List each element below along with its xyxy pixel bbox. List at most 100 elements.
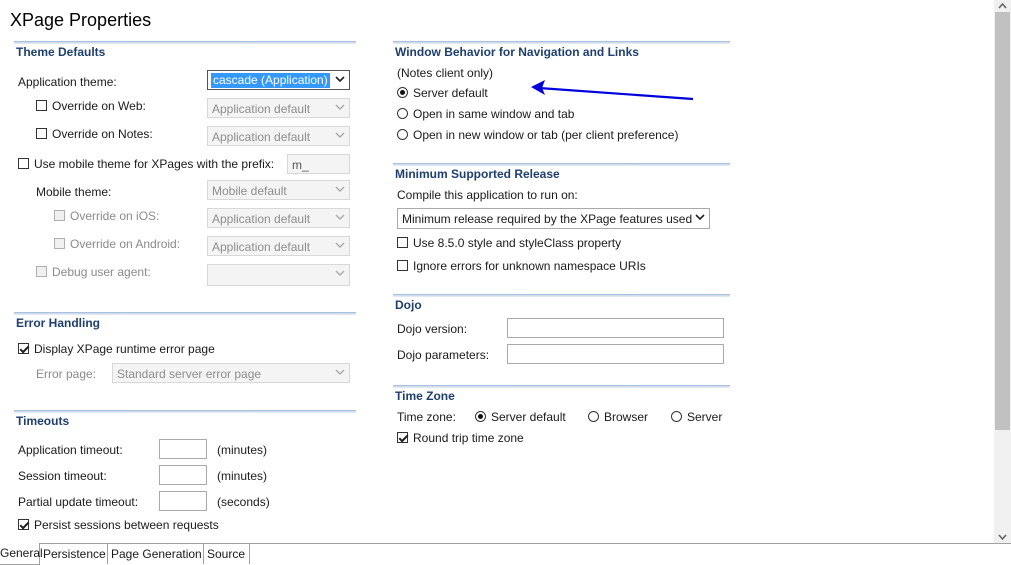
- mobile-prefix-value: m_: [292, 158, 309, 172]
- override-web-value: Application default: [212, 102, 311, 116]
- override-web-checkbox[interactable]: [36, 100, 47, 111]
- mobile-prefix-checkbox[interactable]: [18, 158, 29, 169]
- tab-source[interactable]: Source: [204, 544, 250, 564]
- annotation-arrow-icon: [531, 80, 694, 101]
- override-android-label: Override on Android:: [70, 237, 181, 251]
- scroll-down-icon[interactable]: [994, 531, 1011, 543]
- dojo-title: Dojo: [395, 298, 422, 312]
- app-theme-label: Application theme:: [18, 75, 117, 89]
- scroll-up-icon[interactable]: [994, 0, 1011, 12]
- window-same-radio[interactable]: [397, 108, 408, 119]
- app-timeout-input[interactable]: [159, 439, 207, 459]
- ignore-ns-label: Ignore errors for unknown namespace URIs: [413, 259, 646, 273]
- theme-defaults-header: Theme Defaults: [14, 41, 356, 59]
- compile-select[interactable]: Minimum release required by the XPage fe…: [397, 208, 710, 229]
- app-theme-select[interactable]: cascade (Application): [207, 70, 350, 90]
- chevron-down-icon[interactable]: [691, 209, 709, 227]
- window-new-radio[interactable]: [397, 129, 408, 140]
- tz-server-radio[interactable]: [671, 411, 682, 422]
- tz-server-default-label: Server default: [491, 410, 566, 424]
- window-server-default-label: Server default: [413, 86, 488, 100]
- persist-sessions-checkbox[interactable]: [18, 519, 29, 530]
- override-android-checkbox[interactable]: [54, 238, 65, 249]
- error-page-label: Error page:: [36, 367, 97, 381]
- error-page-select[interactable]: Standard server error page: [112, 363, 350, 383]
- tz-server-label: Server: [687, 410, 723, 424]
- override-ios-value: Application default: [212, 212, 311, 226]
- chevron-down-icon[interactable]: [331, 364, 349, 382]
- dojo-version-label: Dojo version:: [397, 322, 468, 336]
- override-notes-select[interactable]: Application default: [207, 126, 350, 146]
- chevron-down-icon[interactable]: [331, 237, 349, 255]
- style850-checkbox[interactable]: [397, 237, 408, 248]
- error-handling-header: Error Handling: [14, 312, 356, 330]
- override-web-select[interactable]: Application default: [207, 98, 350, 118]
- bottom-tab-bar: General Persistence Page Generation Sour…: [0, 543, 1011, 565]
- override-android-select[interactable]: Application default: [207, 236, 350, 256]
- override-android-value: Application default: [212, 240, 311, 254]
- chevron-down-icon[interactable]: [331, 265, 349, 283]
- override-notes-label: Override on Notes:: [52, 127, 153, 141]
- mobile-prefix-label: Use mobile theme for XPages with the pre…: [34, 157, 275, 171]
- tz-browser-radio[interactable]: [588, 411, 599, 422]
- chevron-down-icon[interactable]: [331, 71, 349, 89]
- session-timeout-label: Session timeout:: [18, 469, 107, 483]
- debug-agent-select[interactable]: [207, 264, 350, 286]
- partial-timeout-unit: (seconds): [217, 495, 270, 509]
- tab-persistence[interactable]: Persistence: [40, 544, 108, 564]
- theme-defaults-title: Theme Defaults: [16, 45, 106, 59]
- window-server-default-radio[interactable]: [397, 87, 408, 98]
- time-zone-label: Time zone:: [397, 410, 456, 424]
- display-error-checkbox[interactable]: [18, 343, 29, 354]
- min-release-header: Minimum Supported Release: [393, 163, 730, 181]
- tab-page-generation[interactable]: Page Generation: [108, 544, 204, 564]
- round-trip-checkbox[interactable]: [397, 432, 408, 443]
- error-page-value: Standard server error page: [117, 367, 262, 381]
- chevron-down-icon[interactable]: [331, 209, 349, 227]
- time-zone-header: Time Zone: [393, 385, 730, 403]
- window-same-label: Open in same window and tab: [413, 107, 575, 121]
- mobile-theme-label: Mobile theme:: [36, 185, 112, 199]
- dojo-version-input[interactable]: [507, 318, 724, 338]
- error-handling-title: Error Handling: [16, 316, 101, 330]
- session-timeout-unit: (minutes): [217, 469, 268, 483]
- debug-agent-label: Debug user agent:: [52, 265, 151, 279]
- scrollbar-thumb[interactable]: [995, 12, 1010, 430]
- override-ios-select[interactable]: Application default: [207, 208, 350, 228]
- session-timeout-input[interactable]: [159, 465, 207, 485]
- round-trip-label: Round trip time zone: [413, 431, 524, 445]
- window-behavior-header: Window Behavior for Navigation and Links: [393, 41, 730, 59]
- override-ios-checkbox[interactable]: [54, 210, 65, 221]
- tab-general[interactable]: General: [0, 543, 43, 565]
- override-notes-checkbox[interactable]: [36, 128, 47, 139]
- window-new-label: Open in new window or tab (per client pr…: [413, 128, 679, 142]
- page-title: XPage Properties: [10, 10, 152, 30]
- time-zone-title: Time Zone: [395, 389, 455, 403]
- compile-label: Compile this application to run on:: [397, 188, 578, 202]
- override-web-label: Override on Web:: [52, 99, 146, 113]
- compile-value: Minimum release required by the XPage fe…: [402, 212, 693, 226]
- dojo-header: Dojo: [393, 294, 730, 312]
- vertical-scrollbar[interactable]: [994, 0, 1011, 543]
- timeouts-header: Timeouts: [14, 410, 356, 428]
- min-release-title: Minimum Supported Release: [395, 167, 560, 181]
- style850-label: Use 8.5.0 style and styleClass property: [413, 236, 622, 250]
- tz-browser-label: Browser: [604, 410, 649, 424]
- chevron-down-icon[interactable]: [331, 99, 349, 117]
- mobile-theme-select[interactable]: Mobile default: [207, 180, 350, 200]
- timeouts-title: Timeouts: [16, 414, 70, 428]
- chevron-down-icon[interactable]: [331, 181, 349, 199]
- display-error-label: Display XPage runtime error page: [34, 342, 215, 356]
- partial-timeout-label: Partial update timeout:: [18, 495, 139, 509]
- mobile-theme-value: Mobile default: [212, 184, 287, 198]
- mobile-prefix-input[interactable]: m_: [287, 154, 350, 174]
- dojo-params-input[interactable]: [507, 344, 724, 364]
- partial-timeout-input[interactable]: [159, 491, 207, 511]
- debug-agent-checkbox[interactable]: [36, 266, 47, 277]
- override-notes-value: Application default: [212, 130, 311, 144]
- chevron-down-icon[interactable]: [331, 127, 349, 145]
- notes-client-note: (Notes client only): [397, 66, 494, 80]
- dojo-params-label: Dojo parameters:: [397, 348, 490, 362]
- tz-server-default-radio[interactable]: [475, 411, 486, 422]
- ignore-ns-checkbox[interactable]: [397, 260, 408, 271]
